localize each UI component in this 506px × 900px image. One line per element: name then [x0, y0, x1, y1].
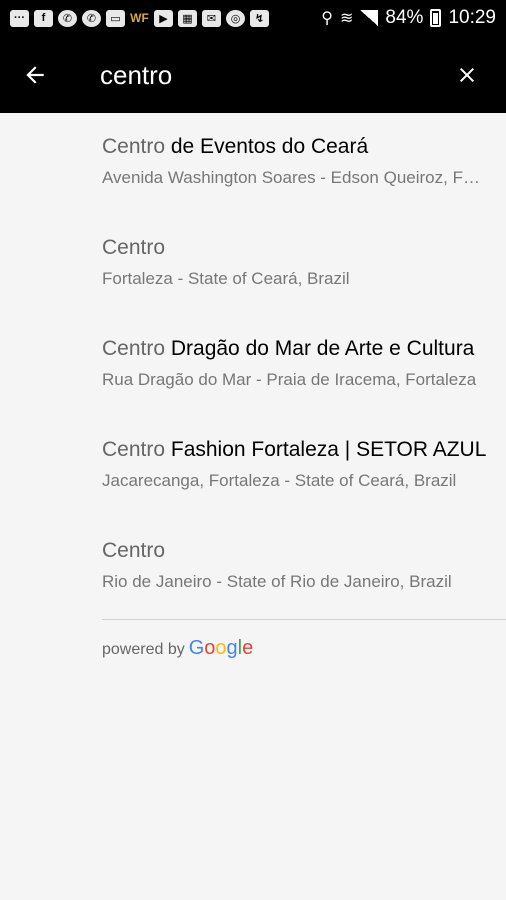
- whatsapp-icon: ✆: [82, 9, 101, 27]
- prediction-item[interactable]: Centro Dragão do Mar de Arte e Cultura R…: [0, 315, 506, 416]
- sd-card-icon: ▭: [106, 9, 125, 27]
- google-logo-letter: g: [226, 637, 238, 659]
- matched-text: Centro: [102, 337, 166, 360]
- battery-level: 84%: [385, 7, 424, 28]
- matched-text: Centro: [102, 539, 166, 562]
- prediction-list: Centro de Eventos do Ceará Avenida Washi…: [0, 113, 506, 618]
- sync-icon: ↯: [250, 9, 269, 27]
- prediction-primary-text: Centro de Eventos do Ceará: [102, 135, 487, 159]
- back-button[interactable]: [14, 54, 56, 96]
- prediction-primary-text: Centro: [102, 236, 487, 260]
- search-input[interactable]: [100, 56, 430, 94]
- prediction-item[interactable]: Centro de Eventos do Ceará Avenida Washi…: [0, 113, 506, 214]
- signal-icon: [360, 10, 379, 26]
- google-logo-letter: e: [242, 637, 254, 659]
- google-logo: Google: [189, 637, 254, 660]
- system-indicators: ⚲ ≋ 84% 10:29: [321, 7, 496, 29]
- notification-icons: ··· f ✆ ✆ ▭ WF ▶ ▦ ✉ ◎ ↯: [10, 9, 321, 27]
- prediction-primary-text: Centro Dragão do Mar de Arte e Cultura: [102, 337, 487, 361]
- clock: 10:29: [448, 7, 496, 28]
- email-icon: ✉: [202, 9, 221, 27]
- youtube-icon: ▶: [154, 9, 173, 27]
- location-icon: ⚲: [321, 10, 334, 27]
- unmatched-text: Dragão do Mar de Arte e Cultura: [165, 337, 475, 360]
- matched-text: Centro: [102, 135, 166, 158]
- wifi-icon: ≋: [340, 10, 354, 27]
- gallery-icon: ▦: [178, 9, 197, 27]
- facebook-icon: f: [34, 9, 53, 27]
- prediction-item[interactable]: Centro Fortaleza - State of Ceará, Brazi…: [0, 214, 506, 315]
- prediction-primary-text: Centro Fashion Fortaleza | SETOR AZUL: [102, 438, 487, 462]
- powered-by-label: powered by: [102, 641, 185, 658]
- matched-text: Centro: [102, 236, 166, 259]
- google-logo-letter: G: [188, 637, 205, 659]
- prediction-secondary-text: Fortaleza - State of Ceará, Brazil: [102, 269, 350, 288]
- prediction-secondary-text: Jacarecanga, Fortaleza - State of Ceará,…: [102, 471, 457, 490]
- search-toolbar: [0, 36, 506, 113]
- google-logo-letter: o: [204, 637, 216, 659]
- google-logo-letter: o: [215, 637, 227, 659]
- instagram-icon: ◎: [226, 9, 245, 27]
- prediction-item[interactable]: Centro Fashion Fortaleza | SETOR AZUL Ja…: [0, 416, 506, 517]
- status-bar: ··· f ✆ ✆ ▭ WF ▶ ▦ ✉ ◎ ↯ ⚲ ≋ 84% 10:29: [0, 0, 506, 36]
- prediction-secondary-text: Rio de Janeiro - State of Rio de Janeiro…: [102, 572, 452, 591]
- unmatched-text: Fashion Fortaleza | SETOR AZUL: [165, 438, 487, 461]
- wf-app-icon: WF: [130, 11, 149, 25]
- divider: [102, 619, 506, 620]
- messages-icon: ···: [10, 9, 29, 27]
- prediction-secondary-text: Rua Dragão do Mar - Praia de Iracema, Fo…: [102, 370, 477, 389]
- prediction-secondary-text: Avenida Washington Soares - Edson Queiro…: [102, 168, 484, 187]
- close-icon: [460, 68, 474, 82]
- arrow-back-icon: [26, 66, 44, 84]
- prediction-item[interactable]: Centro Rio de Janeiro - State of Rio de …: [0, 517, 506, 618]
- battery-icon: [430, 9, 442, 27]
- unmatched-text: de Eventos do Ceará: [165, 135, 369, 158]
- prediction-primary-text: Centro: [102, 539, 487, 563]
- powered-by-google: powered by Google: [102, 637, 253, 660]
- clear-button[interactable]: [446, 54, 488, 96]
- matched-text: Centro: [102, 438, 166, 461]
- whatsapp-icon: ✆: [58, 9, 77, 27]
